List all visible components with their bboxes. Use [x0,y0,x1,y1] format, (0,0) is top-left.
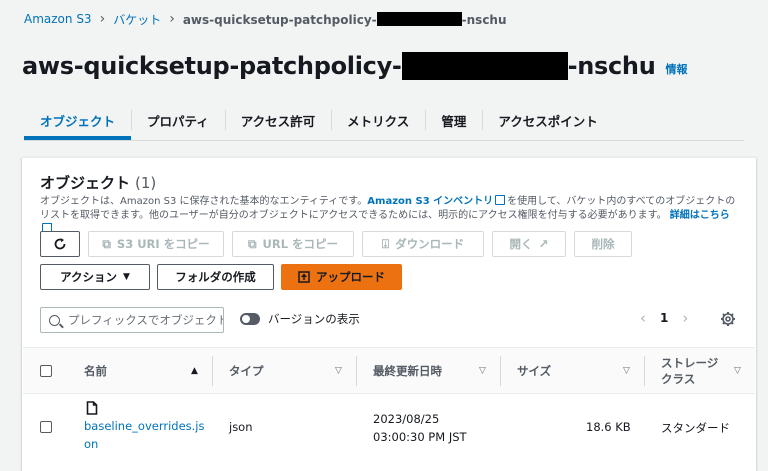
create-folder-label: フォルダの作成 [175,270,256,284]
file-icon [86,401,98,415]
chevron-left-icon[interactable]: ‹ [640,309,646,327]
tabs-divider [24,140,744,141]
copy-s3-uri-button[interactable]: ⧉ S3 URI をコピー [88,231,224,257]
external-link-icon: ↗ [538,237,549,251]
delete-button[interactable]: 削除 [574,231,632,257]
breadcrumb: Amazon S3 › バケット › aws-quicksetup-patchp… [24,10,507,28]
open-label: 開く [509,237,533,251]
upload-icon [298,271,310,283]
search-icon [49,314,60,326]
tab-objects[interactable]: オブジェクト [24,102,132,140]
column-header-size[interactable]: サイズ [517,347,551,394]
column-header-name[interactable]: 名前 [84,347,107,394]
storage-class-label-1: ストレージ [661,355,719,370]
column-divider [212,356,213,386]
delete-label: 削除 [591,237,615,251]
object-name-line-1: baseline_overrides.js [84,419,205,433]
versions-toggle[interactable]: バージョンの表示 [240,311,360,327]
object-size: 18.6 KB [586,420,631,434]
chevron-right-icon: › [169,11,175,27]
create-folder-button[interactable]: フォルダの作成 [157,264,274,290]
column-divider [500,356,501,386]
column-header-type[interactable]: タイプ [229,347,264,394]
external-link-icon [495,195,506,205]
pagination: ‹ 1 › [640,309,688,327]
breadcrumb-current: aws-quicksetup-patchpolicy- -nschu [182,11,507,27]
sort-icon[interactable]: ▽ [479,366,486,376]
tab-bar: オブジェクト プロパティ アクセス許可 メトリクス 管理 アクセスポイント [24,102,614,140]
actions-label: アクション [60,270,117,284]
versions-toggle-label: バージョンの表示 [268,312,360,326]
breadcrumb-current-suffix: -nschu [461,12,507,27]
select-all-checkbox[interactable] [40,365,52,377]
sort-icon[interactable]: ▽ [734,366,741,376]
copy-icon: ⧉ [102,237,111,251]
open-button[interactable]: 開く ↗ [492,231,566,257]
copy-s3-uri-label: S3 URI をコピー [116,237,210,251]
row-checkbox[interactable] [40,421,52,433]
info-link[interactable]: 情報 [666,61,688,77]
object-name-link[interactable]: baseline_overrides.js on [84,417,205,453]
tab-permissions[interactable]: アクセス許可 [224,102,331,138]
page-title-prefix: aws-quicksetup-patchpolicy- [22,52,402,80]
search-field[interactable] [40,307,224,333]
toggle-switch[interactable] [240,313,260,325]
tab-management[interactable]: 管理 [425,102,482,138]
download-icon: ⍗ [381,237,390,251]
breadcrumb-current-prefix: aws-quicksetup-patchpolicy- [182,12,377,27]
upload-label: アップロード [316,270,385,284]
download-label: ダウンロード [395,237,465,251]
panel-header: オブジェクト (1) [40,172,156,193]
upload-button[interactable]: アップロード [281,264,402,290]
object-count: (1) [135,174,157,192]
copy-url-label: URL をコピー [262,237,339,251]
column-header-last-modified[interactable]: 最終更新日時 [373,347,442,394]
caret-down-icon: ▼ [123,272,130,282]
learn-more-link[interactable]: 詳細はこちら [670,210,730,221]
column-divider [644,356,645,386]
object-name-line-2: on [84,437,99,451]
column-header-storage-class[interactable]: ストレージ クラス [661,347,718,394]
refresh-icon [54,238,66,250]
storage-class-label-2: クラス [661,371,696,386]
tab-metrics[interactable]: メトリクス [331,102,425,138]
sort-icon[interactable]: ▽ [335,366,342,376]
sort-ascending-icon[interactable]: ▲ [191,366,198,376]
page-number[interactable]: 1 [660,311,668,325]
chevron-right-icon: › [99,11,106,27]
copy-icon: ⧉ [247,237,257,251]
tab-properties[interactable]: プロパティ [131,102,225,138]
object-date: 2023/08/25 [373,412,440,426]
redaction-box [376,11,462,26]
gear-icon[interactable] [720,311,736,327]
chevron-right-icon[interactable]: › [682,309,688,327]
description-text: オブジェクトは、Amazon S3 に保存された基本的なエンティティです。 [40,196,368,207]
column-divider [356,356,357,386]
object-type: json [229,420,253,434]
panel-title: オブジェクト [40,174,131,192]
refresh-button[interactable] [40,231,80,257]
redaction-box [401,52,568,80]
sort-icon[interactable]: ▽ [623,366,630,376]
copy-url-button[interactable]: ⧉ URL をコピー [232,231,354,257]
breadcrumb-buckets-link[interactable]: バケット [113,11,161,28]
object-storage-class: スタンダード [661,421,730,435]
tab-access-points[interactable]: アクセスポイント [482,102,613,138]
search-input[interactable] [68,313,223,327]
object-last-modified: 2023/08/25 03:00:30 PM JST [373,410,467,446]
actions-dropdown[interactable]: アクション ▼ [40,264,150,290]
download-button[interactable]: ⍗ ダウンロード [362,231,484,257]
breadcrumb-s3-link[interactable]: Amazon S3 [24,12,92,26]
page-title: aws-quicksetup-patchpolicy- -nschu 情報 [22,48,688,84]
object-time: 03:00:30 PM JST [373,430,467,444]
page-title-suffix: -nschu [567,52,656,80]
inventory-link[interactable]: Amazon S3 インベントリ [367,196,493,207]
